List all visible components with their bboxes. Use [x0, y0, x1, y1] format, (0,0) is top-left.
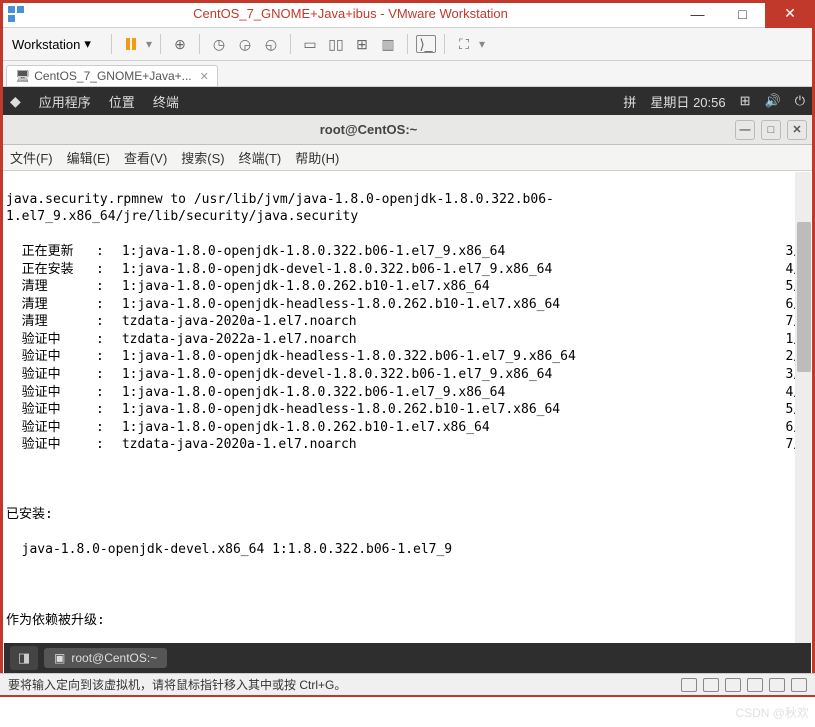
vm-tab[interactable]: 🖥 CentOS_7_GNOME+Java+... ✕	[6, 65, 218, 86]
network-icon[interactable]: ⊞	[740, 93, 751, 109]
terminal-menu[interactable]: 终端	[153, 92, 179, 111]
multi-window-icon[interactable]: ▯▯	[325, 33, 347, 55]
terminal-icon: ▣	[54, 651, 65, 665]
taskbar-item[interactable]: ▣ root@CentOS:~	[44, 648, 167, 668]
show-desktop-button[interactable]: ◨	[10, 646, 38, 670]
console-view-icon[interactable]: ▥	[377, 33, 399, 55]
device-icon[interactable]	[725, 678, 741, 692]
gnome-taskbar: ◨ ▣ root@CentOS:~	[4, 643, 811, 673]
unity-icon[interactable]: ⟩_	[416, 35, 436, 53]
thumbnail-icon[interactable]: ⊞	[351, 33, 373, 55]
close-button[interactable]: ✕	[765, 0, 815, 28]
taskbar-item-label: root@CentOS:~	[71, 651, 157, 665]
vmware-titlebar: CentOS_7_GNOME+Java+ibus - VMware Workst…	[0, 0, 815, 28]
vmware-toolbar: Workstation ▾ ▾ ⊕ ◷ ◶ ◵ ▭ ▯▯ ⊞ ▥ ⟩_ ⛶ ▾	[0, 28, 815, 61]
tab-close-icon[interactable]: ✕	[200, 70, 209, 83]
menu-search[interactable]: 搜索(S)	[181, 148, 224, 167]
separator	[111, 34, 112, 54]
output-row: 验证中: 1:java-1.8.0-openjdk-1.8.0.262.b10-…	[6, 419, 809, 437]
dropdown-arrow-icon[interactable]: ▾	[146, 37, 152, 51]
menu-help[interactable]: 帮助(H)	[295, 148, 339, 167]
separator	[444, 34, 445, 54]
volume-icon[interactable]: 🔊	[765, 93, 781, 109]
menu-terminal[interactable]: 终端(T)	[239, 148, 282, 167]
output-row: 验证中: 1:java-1.8.0-openjdk-headless-1.8.0…	[6, 348, 809, 366]
output-row: 验证中: 1:java-1.8.0-openjdk-1.8.0.322.b06-…	[6, 384, 809, 402]
gnome-top-bar: ◆ 应用程序 位置 终端 拼 星期日 20:56 ⊞ 🔊 ⏻	[0, 87, 815, 115]
revert-icon[interactable]: ◵	[260, 33, 282, 55]
fullscreen-icon[interactable]: ⛶	[453, 33, 475, 55]
output-row: 验证中: tzdata-java-2022a-1.el7.noarch1/7	[6, 331, 809, 349]
vm-tab-label: CentOS_7_GNOME+Java+...	[34, 69, 191, 83]
device-icon[interactable]	[769, 678, 785, 692]
snapshot-manage-icon[interactable]: ◶	[234, 33, 256, 55]
terminal-close-button[interactable]: ✕	[787, 120, 807, 140]
statusbar-message: 要将输入定向到该虚拟机，请将鼠标指针移入其中或按 Ctrl+G。	[8, 676, 346, 693]
workstation-menu[interactable]: Workstation ▾	[8, 34, 95, 54]
vmware-logo-icon	[6, 4, 26, 24]
menu-edit[interactable]: 编辑(E)	[67, 148, 110, 167]
scrollbar-thumb[interactable]	[797, 222, 811, 372]
separator	[407, 34, 408, 54]
monitor-icon: 🖥	[15, 69, 30, 83]
output-line: java-1.8.0-openjdk-devel.x86_64 1:1.8.0.…	[6, 541, 809, 559]
output-row: 清理: 1:java-1.8.0-openjdk-headless-1.8.0.…	[6, 296, 809, 314]
terminal-titlebar: root@CentOS:~ — □ ✕	[0, 115, 815, 145]
applications-menu[interactable]: 应用程序	[39, 92, 91, 111]
pause-icon[interactable]	[120, 33, 142, 55]
output-row: 验证中: 1:java-1.8.0-openjdk-devel-1.8.0.32…	[6, 366, 809, 384]
places-menu[interactable]: 位置	[109, 92, 135, 111]
clock-label[interactable]: 20:56	[693, 95, 726, 110]
watermark: CSDN @秋欢	[735, 704, 809, 721]
section-header: 作为依赖被升级:	[6, 612, 809, 630]
vmware-statusbar: 要将输入定向到该虚拟机，请将鼠标指针移入其中或按 Ctrl+G。	[0, 673, 815, 695]
maximize-button[interactable]: □	[720, 0, 765, 28]
send-ctrl-alt-del-icon[interactable]: ⊕	[169, 33, 191, 55]
output-row: 清理: tzdata-java-2020a-1.el7.noarch7/7	[6, 313, 809, 331]
blank-line	[6, 471, 809, 489]
terminal-body[interactable]: java.security.rpmnew to /usr/lib/jvm/jav…	[0, 171, 815, 649]
window-title: CentOS_7_GNOME+Java+ibus - VMware Workst…	[26, 6, 675, 21]
terminal-maximize-button[interactable]: □	[761, 120, 781, 140]
workstation-label: Workstation	[12, 37, 80, 52]
vm-tabbar: 🖥 CentOS_7_GNOME+Java+... ✕	[0, 61, 815, 87]
output-line: java.security.rpmnew to /usr/lib/jvm/jav…	[6, 191, 809, 226]
device-icon[interactable]	[791, 678, 807, 692]
device-icon[interactable]	[681, 678, 697, 692]
terminal-minimize-button[interactable]: —	[735, 120, 755, 140]
section-header: 已安装:	[6, 506, 809, 524]
terminal-title: root@CentOS:~	[8, 122, 729, 137]
separator	[290, 34, 291, 54]
terminal-scrollbar[interactable]	[795, 172, 811, 650]
menu-file[interactable]: 文件(F)	[10, 148, 53, 167]
output-row: 验证中: tzdata-java-2020a-1.el7.noarch7/7	[6, 436, 809, 454]
applications-icon[interactable]: ◆	[10, 93, 21, 110]
output-row: 正在更新: 1:java-1.8.0-openjdk-1.8.0.322.b06…	[6, 243, 809, 261]
device-icon[interactable]	[703, 678, 719, 692]
output-row: 验证中: 1:java-1.8.0-openjdk-headless-1.8.0…	[6, 401, 809, 419]
minimize-button[interactable]: —	[675, 0, 720, 28]
snapshot-icon[interactable]: ◷	[208, 33, 230, 55]
output-row: 清理: 1:java-1.8.0-openjdk-1.8.0.262.b10-1…	[6, 278, 809, 296]
output-row: 正在安装: 1:java-1.8.0-openjdk-devel-1.8.0.3…	[6, 261, 809, 279]
device-icon[interactable]	[747, 678, 763, 692]
menu-view[interactable]: 查看(V)	[124, 148, 167, 167]
dropdown-arrow-icon[interactable]: ▾	[479, 37, 485, 51]
separator	[160, 34, 161, 54]
separator	[199, 34, 200, 54]
terminal-menubar: 文件(F) 编辑(E) 查看(V) 搜索(S) 终端(T) 帮助(H)	[0, 145, 815, 171]
power-icon[interactable]: ⏻	[795, 93, 805, 109]
single-window-icon[interactable]: ▭	[299, 33, 321, 55]
ime-indicator[interactable]: 拼	[623, 92, 636, 111]
blank-line	[6, 577, 809, 595]
weekday-label: 星期日	[650, 95, 689, 110]
dropdown-arrow-icon: ▾	[84, 36, 91, 52]
